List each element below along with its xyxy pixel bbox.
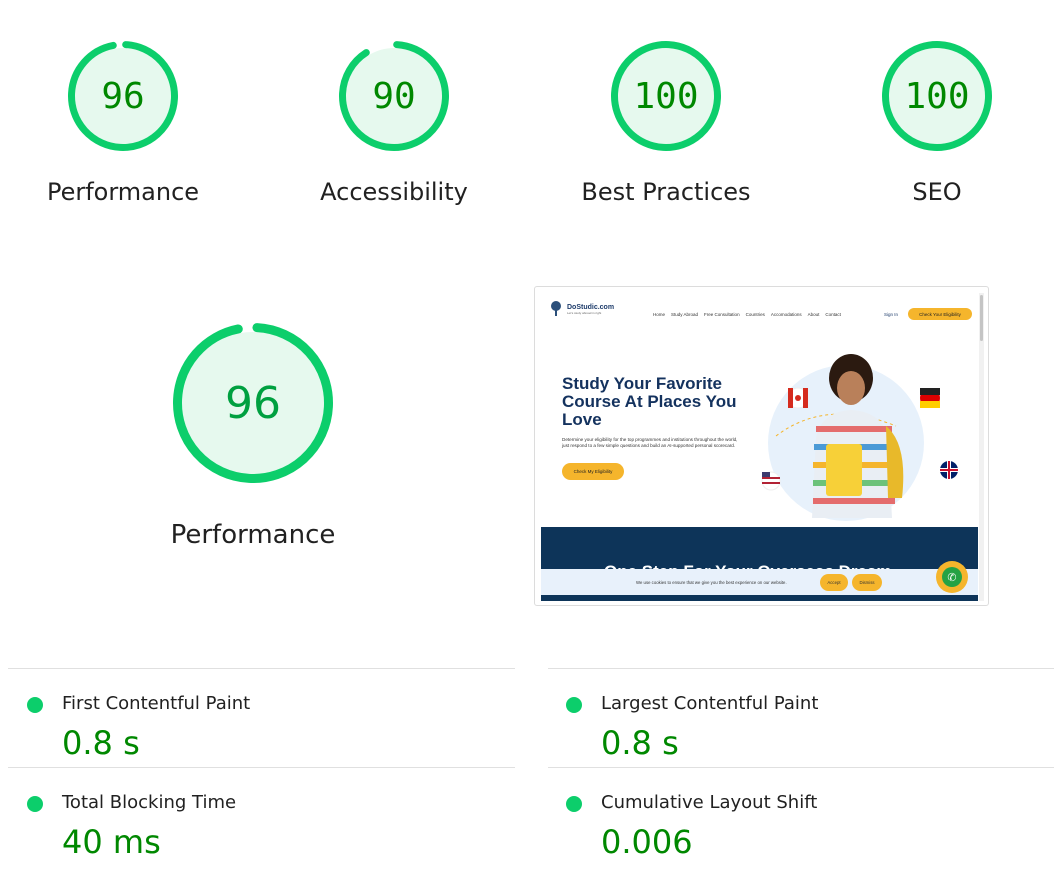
pass-indicator-icon bbox=[27, 796, 43, 812]
performance-label: Performance bbox=[170, 520, 336, 550]
gauge-label-best-practices: Best Practices bbox=[581, 178, 751, 206]
gauge-label-accessibility: Accessibility bbox=[320, 178, 468, 206]
check-eligibility-button: Check Your Eligibility bbox=[908, 308, 972, 320]
cookie-text: We use cookies to ensure that we give yo… bbox=[636, 580, 787, 585]
nav-item: About bbox=[807, 312, 820, 317]
sign-in-link: Sign In bbox=[884, 312, 899, 317]
metric-title: First Contentful Paint bbox=[62, 693, 251, 714]
screenshot-page: DoStudic.com Let's study abroad in right… bbox=[541, 293, 984, 601]
flag-germany-icon bbox=[920, 388, 940, 408]
nav-item: Study Abroad bbox=[671, 312, 699, 317]
metric-divider bbox=[8, 668, 515, 669]
metric-divider bbox=[8, 767, 515, 768]
metric-title: Cumulative Layout Shift bbox=[601, 792, 818, 813]
nav-item: Contact bbox=[825, 312, 841, 317]
pass-indicator-icon bbox=[566, 697, 582, 713]
gauge-seo[interactable]: 100 bbox=[881, 40, 993, 152]
gauge-accessibility[interactable]: 90 bbox=[338, 40, 450, 152]
flag-canada-icon bbox=[787, 387, 809, 409]
gauge-score: 90 bbox=[372, 75, 416, 117]
nav-item: Home bbox=[653, 312, 666, 317]
flag-usa-icon bbox=[761, 471, 781, 491]
check-my-eligibility-button: Check My Eligibility bbox=[562, 463, 624, 480]
gauge-label-seo: SEO bbox=[912, 178, 962, 206]
nav-item: Accomodations bbox=[770, 312, 802, 317]
screenshot-scrollbar bbox=[979, 293, 984, 601]
cookie-dismiss-button: Dismiss bbox=[852, 574, 882, 591]
flag-uk-icon bbox=[940, 461, 958, 479]
pass-indicator-icon bbox=[27, 697, 43, 713]
metric-divider bbox=[548, 668, 1054, 669]
metric-divider bbox=[548, 767, 1054, 768]
nav-item: Countries bbox=[745, 312, 765, 317]
tree-logo-icon bbox=[551, 301, 561, 316]
gauge-best-practices[interactable]: 100 bbox=[610, 40, 722, 152]
hero-title: Study Your Favorite Course At Places You… bbox=[562, 374, 737, 429]
whatsapp-button: ✆ bbox=[936, 561, 968, 593]
site-nav: Home Study Abroad Free Consultation Coun… bbox=[653, 312, 841, 317]
gauge-performance-large: 96 bbox=[172, 322, 334, 484]
hero-description: Determine your eligibility for the top p… bbox=[562, 437, 738, 449]
metric-title: Largest Contentful Paint bbox=[601, 693, 819, 714]
hero-illustration bbox=[761, 354, 958, 521]
gauge-score: 96 bbox=[101, 75, 145, 117]
logo-subtext: Let's study abroad in right bbox=[567, 310, 602, 315]
site-logo: DoStudic.com Let's study abroad in right bbox=[549, 301, 614, 317]
pass-indicator-icon bbox=[566, 796, 582, 812]
metric-first-contentful-paint: First Contentful Paint 0.8 s bbox=[8, 676, 488, 766]
metric-total-blocking-time: Total Blocking Time 40 ms bbox=[8, 775, 488, 865]
metric-value: 40 ms bbox=[62, 823, 161, 861]
final-screenshot: DoStudic.com Let's study abroad in right… bbox=[534, 286, 989, 606]
metric-value: 0.8 s bbox=[601, 724, 679, 762]
metric-value: 0.8 s bbox=[62, 724, 140, 762]
metric-value: 0.006 bbox=[601, 823, 693, 861]
metric-cumulative-layout-shift: Cumulative Layout Shift 0.006 bbox=[547, 775, 1027, 865]
gauge-label-performance: Performance bbox=[46, 178, 200, 206]
metric-title: Total Blocking Time bbox=[62, 792, 237, 813]
cookie-accept-button: Accept bbox=[820, 574, 848, 591]
scrollbar-thumb bbox=[980, 295, 983, 341]
gauge-performance[interactable]: 96 bbox=[67, 40, 179, 152]
nav-item: Free Consultation bbox=[704, 312, 740, 317]
logo-text: DoStudic.com bbox=[567, 303, 615, 311]
cookie-banner: We use cookies to ensure that we give yo… bbox=[541, 569, 978, 595]
gauge-score: 100 bbox=[633, 75, 699, 117]
whatsapp-icon: ✆ bbox=[942, 567, 962, 587]
metric-largest-contentful-paint: Largest Contentful Paint 0.8 s bbox=[547, 676, 1027, 766]
gauge-score: 96 bbox=[225, 377, 281, 429]
gauge-score: 100 bbox=[904, 75, 970, 117]
